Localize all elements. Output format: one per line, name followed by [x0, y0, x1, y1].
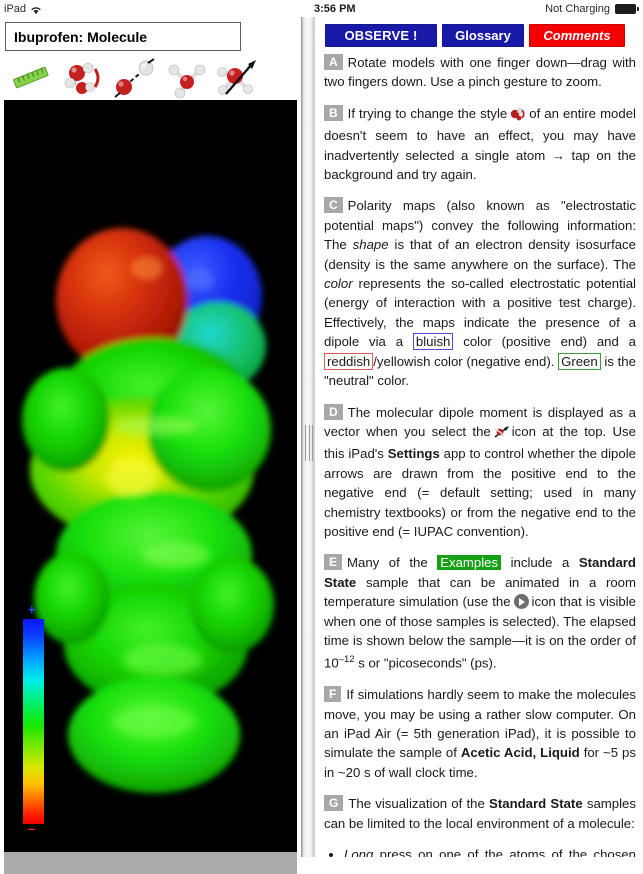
- molecule-title-field[interactable]: Ibuprofen: Molecule: [5, 22, 241, 51]
- split-view-divider-handle[interactable]: [305, 425, 313, 461]
- section-c-em-1: shape: [352, 237, 389, 253]
- section-c-boxed-bluish: bluish: [412, 333, 454, 351]
- help-body-text: A Rotate models with one finger down—drag…: [324, 53, 636, 857]
- status-bar-device-label: iPad: [4, 2, 27, 15]
- help-section-b: B If trying to change the style of an enti…: [324, 104, 636, 185]
- split-view-divider[interactable]: [301, 17, 315, 857]
- section-e-text-1: Many of the: [347, 555, 428, 571]
- section-tag-b: B: [324, 104, 343, 121]
- wifi-icon: [30, 5, 42, 15]
- section-c-text-4: color (positive end) and a: [463, 334, 637, 350]
- section-g-text-1: The visualization of the: [348, 796, 485, 812]
- status-bar-right: Not Charging: [545, 3, 639, 15]
- molecule-viewer-panel: Ibuprofen: Molecule + –: [0, 17, 301, 874]
- help-section-a: A Rotate models with one finger down—drag…: [324, 53, 636, 92]
- dipole-vector-icon[interactable]: [493, 425, 510, 444]
- section-tag-e: E: [324, 554, 343, 571]
- colorbar-negative-label: –: [28, 821, 36, 836]
- help-section-d: D The molecular dipole moment is displaye…: [324, 403, 636, 542]
- section-g-bullet-list: Long press on one of the atoms of the ch…: [324, 845, 636, 857]
- section-tag-c: C: [324, 197, 343, 214]
- section-tag-g: G: [324, 795, 344, 812]
- help-text-panel: OBSERVE ! Glossary Comments A Rotate mode…: [315, 17, 643, 857]
- section-c-text-5: /yellowish color (negative end).: [373, 353, 555, 369]
- bullet-1-text-1: press on one of the atoms of the chosen …: [379, 847, 636, 857]
- viewer-bottom-bar: [4, 852, 297, 874]
- bond-axis-icon[interactable]: [112, 57, 158, 98]
- status-bar-left: iPad: [4, 3, 42, 15]
- section-f-bold-acetic-acid: Acetic Acid, Liquid: [460, 745, 580, 761]
- section-b-text-1: If trying to change the style: [347, 105, 508, 121]
- section-e-highlight-examples: Examples: [437, 555, 502, 571]
- molecule-style-icon[interactable]: [509, 107, 527, 126]
- section-tag-d: D: [324, 403, 343, 420]
- battery-status-label: Not Charging: [545, 2, 610, 15]
- help-button-row: OBSERVE ! Glossary Comments: [325, 24, 625, 47]
- molecule-polarity-map-viewer[interactable]: + –: [4, 100, 297, 852]
- measure-ruler-icon[interactable]: [8, 58, 54, 98]
- dipole-vector-icon[interactable]: [216, 58, 262, 98]
- status-bar-clock: 3:56 PM: [314, 2, 356, 15]
- help-section-c: C Polarity maps (also known as "electrost…: [324, 196, 636, 390]
- battery-full-icon: [615, 3, 639, 14]
- observe-button[interactable]: OBSERVE !: [325, 24, 437, 47]
- bullet-1-em: Long: [344, 847, 374, 857]
- glossary-button[interactable]: Glossary: [442, 24, 524, 47]
- ios-status-bar: iPad 3:56 PM Not Charging: [0, 0, 643, 17]
- section-c-boxed-reddish: reddish: [324, 352, 374, 370]
- play-icon[interactable]: [513, 594, 529, 610]
- water-molecule-icon[interactable]: [164, 58, 210, 98]
- help-section-g: G The visualization of the Standard State…: [324, 794, 636, 833]
- section-e-text-5: s or "picoseconds" (ps).: [358, 655, 497, 671]
- section-d-bold-settings: Settings: [387, 446, 440, 462]
- section-e-exponent: –12: [338, 654, 355, 666]
- molecule-style-icon[interactable]: [60, 58, 106, 98]
- section-tag-a: A: [324, 54, 343, 70]
- section-a-text: Rotate models with one finger down—drag …: [324, 55, 636, 90]
- help-section-e: E Many of the Examples include a Standard…: [324, 553, 636, 673]
- section-c-em-2: color: [324, 276, 353, 292]
- colorbar-positive-label: +: [28, 602, 36, 617]
- comments-button[interactable]: Comments: [529, 24, 625, 47]
- electrostatic-potential-colorbar: [23, 619, 44, 824]
- section-e-text-2: include a: [510, 555, 570, 571]
- section-g-bold-standard-state: Standard State: [489, 796, 583, 812]
- viewer-toolbar: [4, 55, 297, 100]
- list-item: Long press on one of the atoms of the ch…: [344, 845, 636, 857]
- polarity-map-surface: [4, 100, 297, 852]
- help-section-f: F If simulations hardly seem to make the …: [324, 685, 636, 782]
- section-tag-f: F: [324, 686, 342, 703]
- section-c-boxed-green: Green: [558, 352, 601, 370]
